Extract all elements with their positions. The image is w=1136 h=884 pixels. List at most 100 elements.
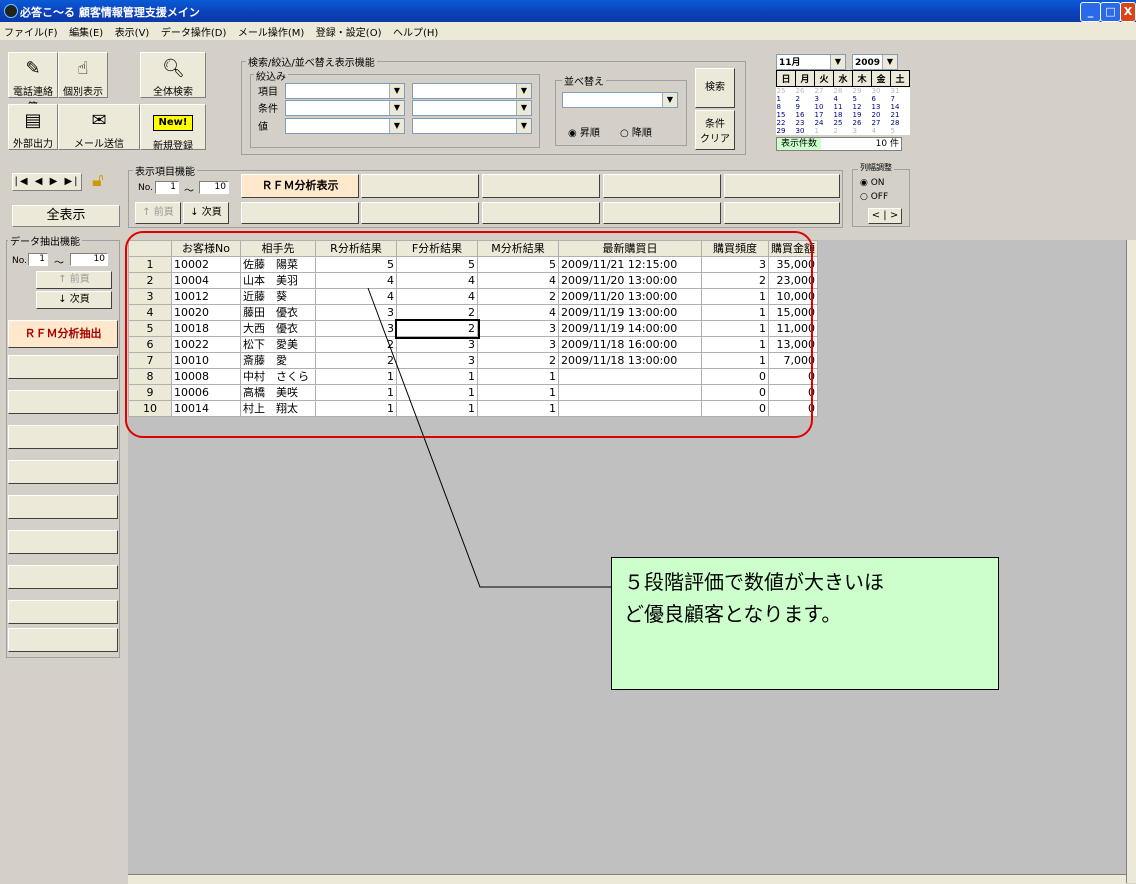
- display-from-field[interactable]: 1: [155, 181, 179, 194]
- item-combo-2[interactable]: ▼: [412, 83, 532, 99]
- menu-help[interactable]: ヘルプ(H): [389, 22, 442, 39]
- calendar-day[interactable]: 19: [853, 111, 872, 119]
- display-slot-6[interactable]: [241, 202, 359, 224]
- lock-icon[interactable]: 🔓︎: [92, 170, 104, 191]
- calendar-day[interactable]: 20: [872, 111, 891, 119]
- menu-edit[interactable]: 編集(E): [65, 22, 107, 39]
- display-slot-10[interactable]: [724, 202, 840, 224]
- record-navigator[interactable]: |◀ ◀ ▶ ▶|: [12, 173, 82, 191]
- calendar-day[interactable]: 31: [891, 87, 910, 96]
- display-slot-4[interactable]: [603, 174, 721, 198]
- display-slot-5[interactable]: [724, 174, 840, 198]
- rfm-extract-button[interactable]: ＲＦＭ分析抽出: [8, 320, 118, 348]
- calendar-day[interactable]: 23: [796, 119, 815, 127]
- calendar-day[interactable]: 10: [815, 103, 834, 111]
- display-next-page-button[interactable]: ↓ 次頁: [183, 202, 229, 224]
- calendar-day[interactable]: 27: [815, 87, 834, 96]
- extract-slot-3[interactable]: [8, 390, 118, 414]
- phone-book-button[interactable]: ✎ 電話連絡簿: [8, 52, 58, 113]
- calendar-day[interactable]: 15: [777, 111, 796, 119]
- close-button[interactable]: X: [1120, 2, 1136, 22]
- new-register-button[interactable]: New! 新規登録: [140, 104, 206, 152]
- calendar-day[interactable]: 3: [853, 127, 872, 135]
- column-width-nav-button[interactable]: < | >: [868, 208, 902, 224]
- display-to-field[interactable]: 10: [199, 181, 229, 194]
- calendar-day[interactable]: 22: [777, 119, 796, 127]
- value-combo-2[interactable]: ▼: [412, 118, 532, 134]
- extract-slot-4[interactable]: [8, 425, 118, 449]
- display-slot-9[interactable]: [603, 202, 721, 224]
- condition-combo-1[interactable]: ▼: [285, 100, 405, 116]
- calendar-day[interactable]: 28: [891, 119, 910, 127]
- condition-combo-2[interactable]: ▼: [412, 100, 532, 116]
- calendar-day[interactable]: 5: [891, 127, 910, 135]
- year-select[interactable]: 2009 ▼: [852, 54, 898, 70]
- search-all-button[interactable]: 🔍︎ 全体検索: [140, 52, 206, 98]
- extract-slot-10[interactable]: [8, 628, 118, 652]
- calendar-day[interactable]: 11: [834, 103, 853, 111]
- extract-slot-7[interactable]: [8, 530, 118, 554]
- calendar-day[interactable]: 30: [796, 127, 815, 135]
- menu-file[interactable]: ファイル(F): [0, 22, 62, 39]
- show-all-button[interactable]: 全表示: [12, 205, 120, 227]
- calendar-day[interactable]: 18: [834, 111, 853, 119]
- calendar-day[interactable]: 16: [796, 111, 815, 119]
- extract-slot-2[interactable]: [8, 355, 118, 379]
- month-select[interactable]: 11月 ▼: [776, 54, 846, 70]
- calendar-day[interactable]: 4: [834, 95, 853, 103]
- calendar-day[interactable]: 6: [872, 95, 891, 103]
- calendar-day[interactable]: 8: [777, 103, 796, 111]
- display-slot-2[interactable]: [361, 174, 479, 198]
- calendar-day[interactable]: 5: [853, 95, 872, 103]
- maximize-button[interactable]: □: [1100, 2, 1121, 22]
- calendar-day[interactable]: 24: [815, 119, 834, 127]
- calendar-day[interactable]: 9: [796, 103, 815, 111]
- calendar-day[interactable]: 3: [815, 95, 834, 103]
- menu-settings[interactable]: 登録・設定(O): [312, 22, 386, 39]
- calendar-day[interactable]: 29: [853, 87, 872, 96]
- display-slot-8[interactable]: [482, 202, 600, 224]
- calendar-day[interactable]: 25: [834, 119, 853, 127]
- sort-combo[interactable]: ▼: [562, 92, 678, 108]
- clear-conditions-button[interactable]: 条件 クリア: [695, 110, 735, 150]
- item-combo-1[interactable]: ▼: [285, 83, 405, 99]
- search-button[interactable]: 検索: [695, 68, 735, 108]
- calendar-day[interactable]: 21: [891, 111, 910, 119]
- column-width-off-radio[interactable]: ○ OFF: [860, 192, 888, 202]
- column-width-on-radio[interactable]: ◉ ON: [860, 178, 885, 188]
- calendar-day[interactable]: 1: [777, 95, 796, 103]
- sort-asc-radio[interactable]: ◉ 昇順: [568, 124, 600, 139]
- calendar-day[interactable]: 4: [872, 127, 891, 135]
- calendar-day[interactable]: 2: [834, 127, 853, 135]
- calendar-day[interactable]: 26: [796, 87, 815, 96]
- extract-prev-page-button[interactable]: ↑ 前頁: [36, 271, 112, 289]
- calendar-day[interactable]: 12: [853, 103, 872, 111]
- extract-slot-5[interactable]: [8, 460, 118, 484]
- display-slot-7[interactable]: [361, 202, 479, 224]
- display-prev-page-button[interactable]: ↑ 前頁: [135, 202, 181, 224]
- calendar-day[interactable]: 27: [872, 119, 891, 127]
- extract-slot-9[interactable]: [8, 600, 118, 624]
- extract-from-field[interactable]: 1: [28, 253, 48, 266]
- menu-mail[interactable]: メール操作(M): [234, 22, 308, 39]
- individual-view-button[interactable]: ☝ 個別表示: [58, 52, 108, 98]
- extract-to-field[interactable]: 10: [70, 253, 108, 266]
- mail-send-button[interactable]: ✉ メール送信: [58, 104, 140, 150]
- menu-view[interactable]: 表示(V): [111, 22, 154, 39]
- minimize-button[interactable]: _: [1080, 2, 1101, 22]
- calendar-day[interactable]: 29: [777, 127, 796, 135]
- calendar-day[interactable]: 1: [815, 127, 834, 135]
- display-slot-3[interactable]: [482, 174, 600, 198]
- calendar-day[interactable]: 30: [872, 87, 891, 96]
- calendar-day[interactable]: 2: [796, 95, 815, 103]
- extract-slot-6[interactable]: [8, 495, 118, 519]
- calendar-day[interactable]: 25: [777, 87, 796, 96]
- calendar-day[interactable]: 13: [872, 103, 891, 111]
- value-combo-1[interactable]: ▼: [285, 118, 405, 134]
- calendar-day[interactable]: 17: [815, 111, 834, 119]
- export-button[interactable]: ▤ 外部出力: [8, 104, 58, 150]
- sort-desc-radio[interactable]: ○ 降順: [620, 124, 652, 139]
- calendar-day[interactable]: 28: [834, 87, 853, 96]
- calendar-day[interactable]: 26: [853, 119, 872, 127]
- extract-next-page-button[interactable]: ↓ 次頁: [36, 291, 112, 309]
